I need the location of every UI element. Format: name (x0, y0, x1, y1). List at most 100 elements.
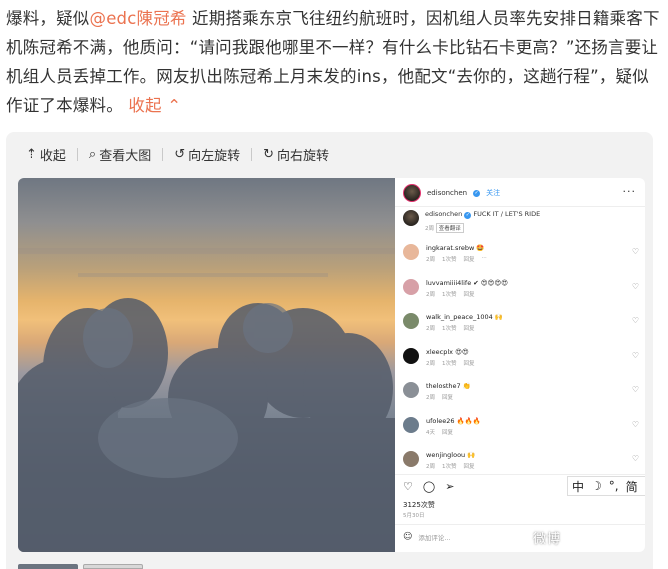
ig-username: edisonchen (427, 189, 468, 197)
rotate-left-icon: ↺ (174, 147, 186, 162)
heart-icon: ♡ (631, 419, 639, 429)
comment-meta-item: 2周 (426, 291, 435, 298)
divider (395, 524, 645, 525)
collapse-label: 收起 (128, 96, 162, 115)
comment-meta: 2周 1次赞 回复 (426, 359, 475, 367)
cloud-photo (18, 178, 395, 552)
send-icon: ➢ (445, 480, 455, 493)
image-viewer-card: ⇡ 收起 ⌕ 查看大图 ↺ 向左旋转 ↻ 向右旋转 edisonchen ✓ 关… (6, 132, 653, 569)
ig-follow: 关注 (486, 189, 501, 197)
ig-caption: edisonchen ✓ FUCK IT / LET'S RIDE 2周 查看翻… (403, 210, 540, 233)
moon-icon: ☽ (591, 479, 602, 493)
avatar (403, 347, 419, 364)
comment-meta-item: 1次赞 (442, 257, 457, 263)
rotate-left-label: 向左旋转 (188, 149, 241, 164)
comment-meta: 2周 1次赞 回复 (426, 462, 475, 470)
heart-icon: ♡ (631, 350, 639, 360)
ig-date: 5月30日 (403, 513, 425, 519)
caption-text: FUCK IT / LET'S RIDE (473, 210, 541, 218)
comment-meta-item: 1次赞 (442, 360, 457, 367)
comment-meta: 2周 1次赞 回复 (426, 324, 503, 332)
more-icon: ··· (622, 185, 636, 198)
view-large-label: 查看大图 (99, 149, 152, 164)
comment-meta-item: ··· (481, 255, 487, 261)
comment-meta-item: 2周 (426, 464, 435, 470)
toolbar-divider (76, 148, 78, 161)
post-text-pre: 爆料，疑似 (6, 9, 90, 28)
thumbnail[interactable] (18, 564, 78, 569)
emoji-icon: ☺ (403, 532, 413, 542)
comment-meta-item: 1次赞 (442, 291, 457, 298)
caption-user: edisonchen (425, 210, 463, 218)
image-viewer[interactable]: edisonchen ✓ 关注 ··· edisonchen ✓ FUCK IT… (18, 178, 645, 552)
add-comment-row: ☺ 添加评论... (403, 532, 451, 542)
comment-meta: 4天 回复 (426, 428, 481, 436)
avatar (403, 184, 421, 202)
upload-icon: ⇡ (26, 147, 37, 162)
collapse-button[interactable]: ⇡ 收起 (26, 145, 66, 164)
toolbar-divider (162, 148, 164, 161)
instagram-screenshot: edisonchen ✓ 关注 ··· edisonchen ✓ FUCK IT… (395, 178, 645, 552)
comment-user: wenjingloou 🙌 (426, 451, 476, 459)
toolbar-divider (251, 148, 253, 161)
comment-meta: 2周 1次赞 回复 ··· (426, 255, 487, 263)
heart-icon: ♡ (631, 385, 639, 394)
ig-likes: 3125次赞 (403, 501, 435, 509)
avatar (403, 210, 419, 226)
rotate-left-button[interactable]: ↺ 向左旋转 (174, 145, 240, 164)
ime-toolbar: 中 ☽ °, 简 (567, 476, 645, 496)
caption-time: 2周 (425, 226, 434, 232)
view-large-button[interactable]: ⌕ 查看大图 (89, 145, 151, 164)
comment-meta-item: 1次赞 (442, 464, 457, 470)
comment-meta-item: 回复 (463, 291, 475, 298)
heart-icon: ♡ (631, 281, 639, 291)
divider (395, 206, 645, 207)
verified-icon: ✓ (473, 189, 481, 197)
mention-link[interactable]: @edc陳冠希 (90, 9, 187, 28)
list-item: ingkarat.srebw 🤩 2周 1次赞 回复 ··· ♡ (403, 244, 639, 279)
list-item: walk_in_peace_1004 🙌 2周 1次赞 回复 ♡ (403, 313, 639, 348)
comment-meta-item: 4天 (426, 429, 435, 436)
verified-icon: ✓ (464, 212, 472, 219)
comment-icon: ◯ (422, 480, 436, 493)
list-item: luvvamiiii4life ✔ 😍😍😍😍 2周 1次赞 回复 ♡ (403, 278, 639, 314)
avatar (403, 278, 419, 295)
heart-icon: ♡ (631, 247, 639, 256)
search-icon: ⌕ (88, 147, 97, 162)
comment-meta: 2周 1次赞 回复 (426, 290, 508, 298)
list-item: xleecplx 😍😍 2周 1次赞 回复 ♡ (403, 347, 639, 383)
chevron-up-icon: ⌃ (167, 96, 182, 115)
rotate-right-icon: ↻ (263, 147, 275, 162)
rotate-right-label: 向右旋转 (277, 149, 330, 164)
comment-meta-item: 1次赞 (442, 326, 457, 332)
thumbnail-strip (18, 564, 143, 569)
ime-mode: °, (608, 479, 619, 493)
comment-user: ufolee26 🔥🔥🔥 (426, 416, 481, 425)
collapse-button-label: 收起 (39, 149, 66, 164)
comment-meta: 2周 回复 (426, 393, 471, 401)
ime-lang: 中 (572, 479, 585, 494)
avatar (403, 313, 419, 329)
heart-icon: ♡ (631, 316, 639, 325)
comment-user: ingkarat.srebw 🤩 (426, 244, 485, 252)
collapse-link[interactable]: 收起 ⌃ (128, 96, 181, 115)
rotate-right-button[interactable]: ↻ 向右旋转 (263, 145, 329, 164)
comment-meta-item: 2周 (426, 326, 435, 332)
list-item: thelosthe7 👏 2周 回复 ♡ (403, 382, 639, 417)
comment-meta-item: 回复 (463, 464, 475, 470)
thumbnail[interactable] (83, 564, 143, 569)
comment-user: walk_in_peace_1004 🙌 (426, 313, 503, 321)
avatar (403, 382, 419, 398)
ig-comments: ingkarat.srebw 🤩 2周 1次赞 回复 ··· ♡ luvvamiiii4li… (403, 244, 639, 486)
comment-meta-item: 2周 (426, 257, 435, 263)
comment-meta-item: 回复 (463, 257, 475, 263)
avatar (403, 416, 419, 433)
comment-meta-item: 2周 (426, 395, 435, 401)
ime-simp: 简 (625, 479, 638, 494)
add-comment-text: 添加评论... (418, 534, 451, 542)
translate-tag: 查看翻译 (435, 223, 464, 233)
post-body: 爆料，疑似@edc陳冠希 近期搭乘东京飞往纽约航班时，因机组人员率先安排日籍乘客… (6, 4, 662, 120)
comment-meta-item: 回复 (463, 326, 475, 332)
image-toolbar: ⇡ 收起 ⌕ 查看大图 ↺ 向左旋转 ↻ 向右旋转 (26, 145, 329, 164)
heart-icon: ♡ (631, 454, 639, 463)
